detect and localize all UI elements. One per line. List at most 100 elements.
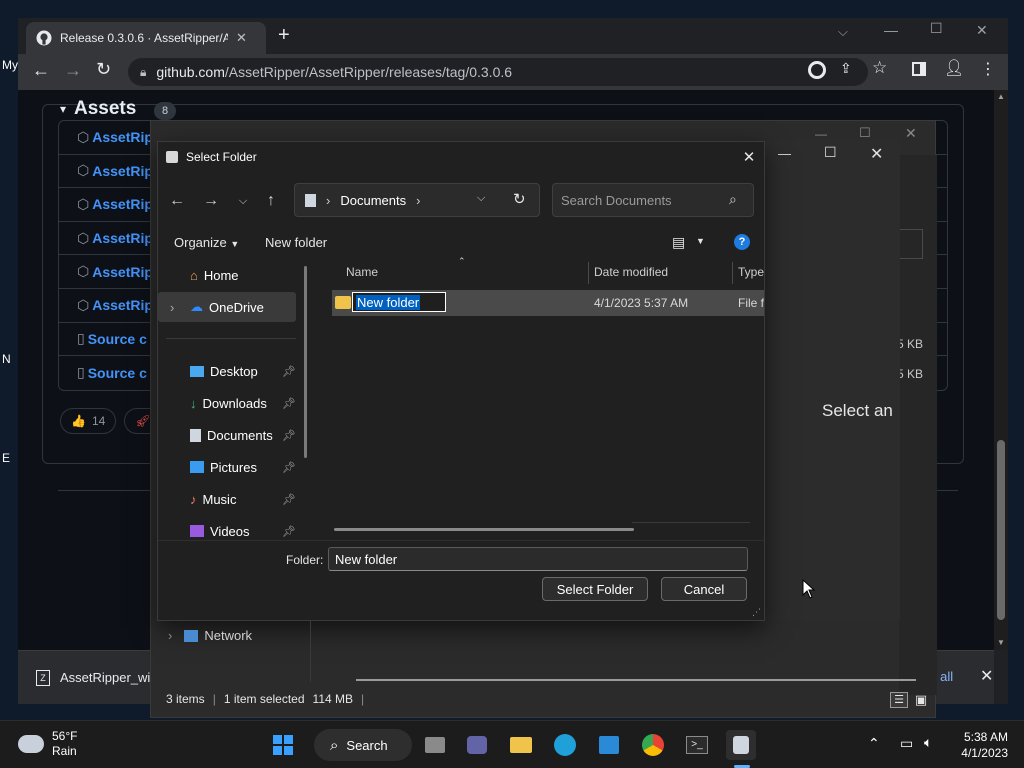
nav-item-network[interactable]: › Network [168, 628, 252, 643]
teams-icon[interactable] [462, 730, 492, 760]
search-documents-input[interactable]: Search Documents ⌕ [552, 183, 754, 217]
network-tray-icon[interactable]: ▭ [900, 735, 913, 752]
explorer-hscrollbar[interactable] [356, 679, 916, 681]
column-date-modified[interactable]: Date modified [594, 260, 668, 284]
volume-icon[interactable]: 🔈︎ [924, 734, 932, 751]
back-icon[interactable]: ← [32, 60, 50, 81]
assets-heading[interactable]: Assets [74, 98, 136, 120]
taskbar-search[interactable]: ⌕ Search [314, 729, 412, 761]
column-type[interactable]: Type [738, 260, 764, 284]
folder-name-input[interactable]: New folder [328, 547, 748, 571]
file-explorer-icon[interactable] [506, 730, 536, 760]
overlay-maximize-icon[interactable]: ☐ [824, 144, 837, 161]
nav-item-downloads[interactable]: ↓ Downloads 📌︎ [158, 388, 296, 418]
close-download-bar-icon[interactable]: ✕ [980, 666, 993, 686]
chrome-icon[interactable] [638, 730, 668, 760]
app-close-icon[interactable]: ✕ [905, 125, 917, 142]
pin-icon[interactable]: 📌︎ [282, 525, 296, 538]
pin-icon[interactable]: 📌︎ [282, 493, 296, 506]
tab-close-icon[interactable]: ✕ [236, 30, 247, 46]
browser-tab[interactable]: Release 0.3.0.6 · AssetRipper/AssetRippe… [26, 22, 266, 54]
overlay-minimize-icon[interactable]: — [778, 146, 791, 161]
address-bar[interactable]: 🔒︎ github.com/AssetRipper/AssetRipper/re… [128, 58, 868, 86]
download-filename[interactable]: AssetRipper_wi [60, 670, 150, 685]
pin-icon[interactable]: 📌︎ [282, 461, 296, 474]
new-folder-button[interactable]: New folder [265, 235, 327, 250]
overlay-close-icon[interactable]: ✕ [870, 144, 883, 164]
pin-icon[interactable]: 📌︎ [282, 429, 296, 442]
nav-item-music[interactable]: ♪ Music 📌︎ [158, 484, 296, 514]
start-windows-icon[interactable] [268, 730, 298, 760]
view-options-icon[interactable]: ▤ [672, 234, 685, 251]
resize-grip-icon[interactable]: ⋰ [752, 607, 761, 618]
caret-down-icon[interactable]: ▾ [60, 102, 66, 116]
up-arrow-icon[interactable]: ↑ [260, 190, 282, 212]
refresh-icon[interactable]: ↻ [513, 190, 526, 208]
column-separator[interactable] [588, 262, 589, 284]
pin-icon[interactable]: 📌︎ [282, 365, 296, 378]
menu-icon[interactable]: ⋮ [980, 59, 996, 79]
select-folder-button[interactable]: Select Folder [542, 577, 648, 601]
rename-input[interactable]: New folder [352, 292, 446, 312]
app-maximize-icon[interactable]: ☐ [859, 125, 871, 141]
weather-widget[interactable]: 56°F Rain [18, 729, 77, 759]
tab-search-icon[interactable]: ⌵ [838, 24, 848, 40]
maximize-icon[interactable]: ☐ [930, 20, 943, 37]
store-icon[interactable] [594, 730, 624, 760]
pin-icon[interactable]: 📌︎ [282, 397, 296, 410]
cancel-button[interactable]: Cancel [661, 577, 747, 601]
forward-arrow-icon[interactable]: → [200, 190, 222, 212]
nav-item-home[interactable]: ⌂ Home [158, 260, 296, 290]
list-hscrollbar[interactable] [334, 528, 634, 531]
reaction-thumbs-up[interactable]: 👍 14 [60, 408, 117, 434]
search-icon: ⌕ [729, 191, 737, 207]
tray-chevron-icon[interactable]: ⌃ [868, 735, 880, 752]
minimize-icon[interactable]: — [884, 22, 898, 38]
address-dropdown-icon[interactable]: ⌵ [477, 192, 485, 205]
assetripper-icon[interactable] [726, 730, 756, 760]
recent-dropdown-icon[interactable]: ⌵ [232, 190, 254, 212]
details-view-icon[interactable]: ☰ [890, 692, 908, 708]
tiles-view-icon[interactable]: ▣ [912, 692, 930, 708]
reload-icon[interactable]: ↻ [96, 59, 111, 80]
bookmark-star-icon[interactable]: ☆ [872, 58, 887, 78]
profile-icon[interactable]: 👤︎ [944, 58, 964, 78]
asset-link[interactable]: Source c [88, 365, 147, 381]
google-icon[interactable] [808, 61, 826, 79]
terminal-icon[interactable]: >_ [682, 730, 712, 760]
breadcrumb-documents[interactable]: Documents [340, 193, 406, 208]
nav-item-desktop[interactable]: Desktop 📌︎ [158, 356, 296, 386]
column-name[interactable]: Name [346, 260, 378, 284]
scroll-thumb[interactable] [997, 440, 1005, 620]
column-separator[interactable] [732, 262, 733, 284]
scroll-down-icon[interactable]: ▼ [997, 638, 1005, 647]
side-panel-icon[interactable] [912, 62, 926, 76]
edge-icon[interactable] [550, 730, 580, 760]
expand-chevron-icon[interactable]: › [170, 300, 174, 315]
address-breadcrumb[interactable]: › Documents › ⌵ ↻ [294, 183, 540, 217]
close-icon[interactable]: ✕ [976, 22, 988, 39]
nav-item-onedrive[interactable]: › ☁ OneDrive [158, 292, 296, 322]
scroll-up-icon[interactable]: ▲ [997, 92, 1005, 101]
dialog-close-icon[interactable]: ✕ [734, 142, 764, 172]
nav-scrollbar[interactable] [304, 266, 307, 458]
forward-icon[interactable]: → [64, 60, 82, 81]
organize-menu[interactable]: Organize ▼ [174, 235, 239, 250]
mouse-cursor-icon [802, 579, 816, 599]
view-dropdown-icon[interactable]: ▼ [696, 236, 705, 246]
share-icon[interactable]: ⇪ [840, 60, 852, 77]
nav-item-documents[interactable]: Documents 📌︎ [158, 420, 296, 450]
expand-chevron-icon[interactable]: › [168, 628, 172, 643]
clock[interactable]: 5:38 AM 4/1/2023 [952, 729, 1008, 761]
page-scrollbar[interactable]: ▲ ▼ [994, 90, 1008, 650]
rename-text[interactable]: New folder [356, 294, 421, 310]
help-icon[interactable]: ? [734, 234, 750, 250]
file-row[interactable]: New folder 4/1/2023 5:37 AM File fo [332, 290, 764, 316]
asset-link[interactable]: Source c [88, 331, 147, 347]
task-view-icon[interactable] [420, 730, 450, 760]
package-icon: ⬡ [77, 195, 90, 212]
nav-item-pictures[interactable]: Pictures 📌︎ [158, 452, 296, 482]
app-minimize-icon[interactable]: — [815, 127, 827, 141]
new-tab-icon[interactable]: + [278, 24, 290, 47]
back-arrow-icon[interactable]: ← [166, 190, 188, 212]
